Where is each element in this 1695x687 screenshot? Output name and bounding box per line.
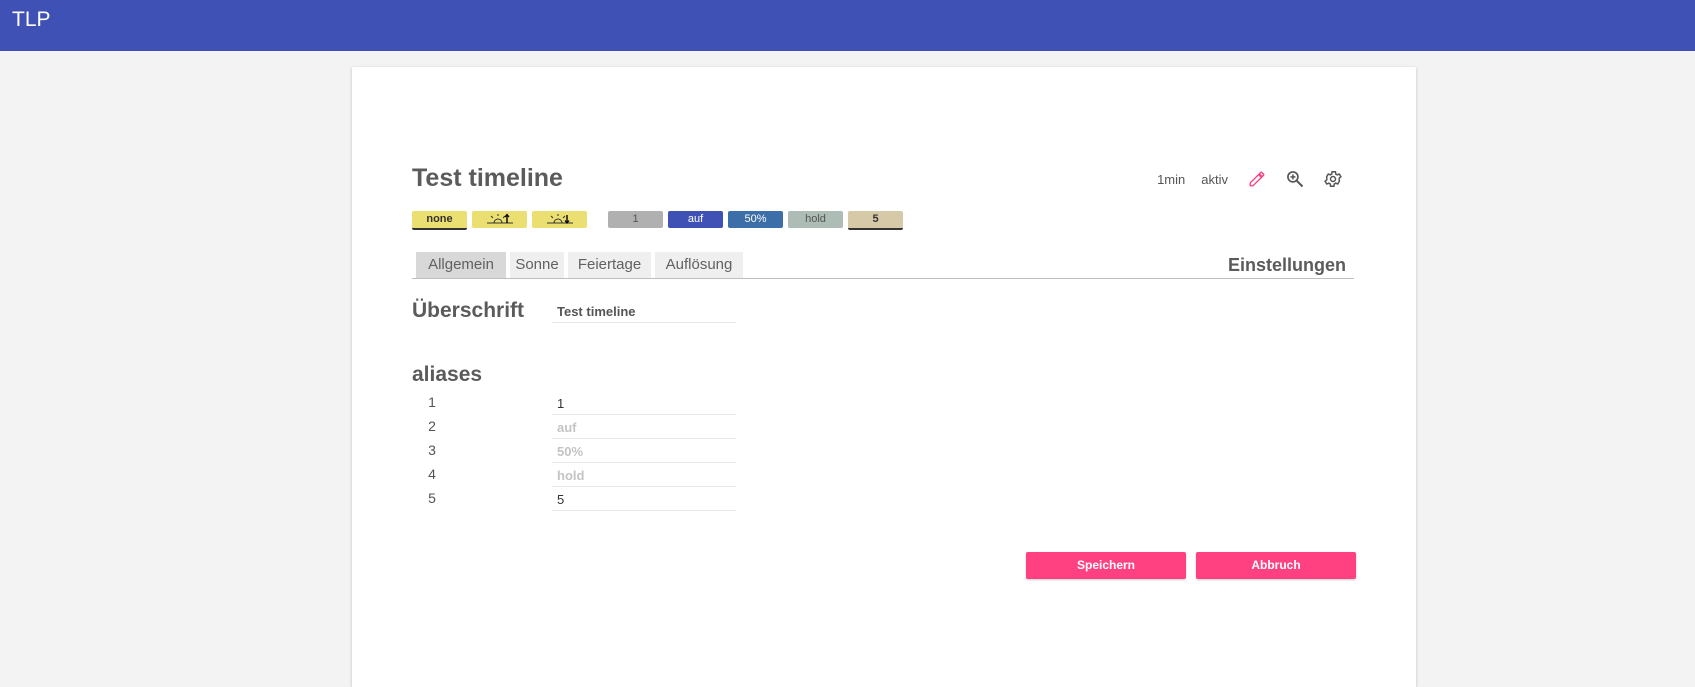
cancel-button[interactable]: Abbruch [1196, 552, 1356, 579]
sunset-icon [546, 214, 573, 224]
alias-number: 1 [428, 394, 436, 410]
chip-hold[interactable]: hold [788, 211, 843, 228]
settings-tabs: Allgemein Sonne Feiertage Auflösung [412, 252, 1354, 279]
alias-number: 4 [428, 466, 436, 482]
tab-feiertage[interactable]: Feiertage [568, 252, 651, 278]
alias-field-2[interactable] [552, 417, 736, 439]
timeline-toolbar: 1min aktiv [1157, 167, 1346, 191]
tab-sonne[interactable]: Sonne [510, 252, 564, 278]
timeline-card: Test timeline 1min aktiv none 1 auf 50% … [352, 67, 1416, 687]
alias-field-4[interactable] [552, 465, 736, 487]
app-bar: TLP [0, 0, 1695, 51]
zoom-in-icon[interactable] [1282, 167, 1308, 191]
gear-icon[interactable] [1320, 167, 1346, 191]
tab-allgemein[interactable]: Allgemein [416, 252, 506, 278]
section-title: Einstellungen [1227, 255, 1346, 275]
alias-field-5[interactable] [552, 489, 736, 511]
aliases-label: aliases [412, 363, 483, 386]
alias-number: 5 [428, 490, 436, 506]
chip-sunrise[interactable] [472, 211, 527, 228]
chip-5[interactable]: 5 [848, 211, 903, 230]
chip-1[interactable]: 1 [608, 211, 663, 228]
tab-aufloesung[interactable]: Auflösung [655, 252, 743, 278]
save-button[interactable]: Speichern [1026, 552, 1186, 579]
chip-50[interactable]: 50% [728, 211, 783, 228]
alias-number: 3 [428, 442, 436, 458]
chip-auf[interactable]: auf [668, 211, 723, 228]
page-title: Test timeline [412, 164, 563, 192]
interval-label[interactable]: 1min [1157, 172, 1185, 187]
heading-label: Überschrift [412, 299, 525, 322]
chip-none[interactable]: none [412, 211, 467, 230]
alias-field-3[interactable] [552, 441, 736, 463]
alias-field-1[interactable] [552, 393, 736, 415]
chip-sunset[interactable] [532, 211, 587, 228]
heading-field[interactable] [552, 301, 736, 323]
pencil-icon[interactable] [1244, 167, 1270, 191]
sunrise-icon [486, 213, 513, 224]
status-label[interactable]: aktiv [1201, 172, 1228, 187]
app-title: TLP [12, 8, 51, 31]
alias-number: 2 [428, 418, 436, 434]
